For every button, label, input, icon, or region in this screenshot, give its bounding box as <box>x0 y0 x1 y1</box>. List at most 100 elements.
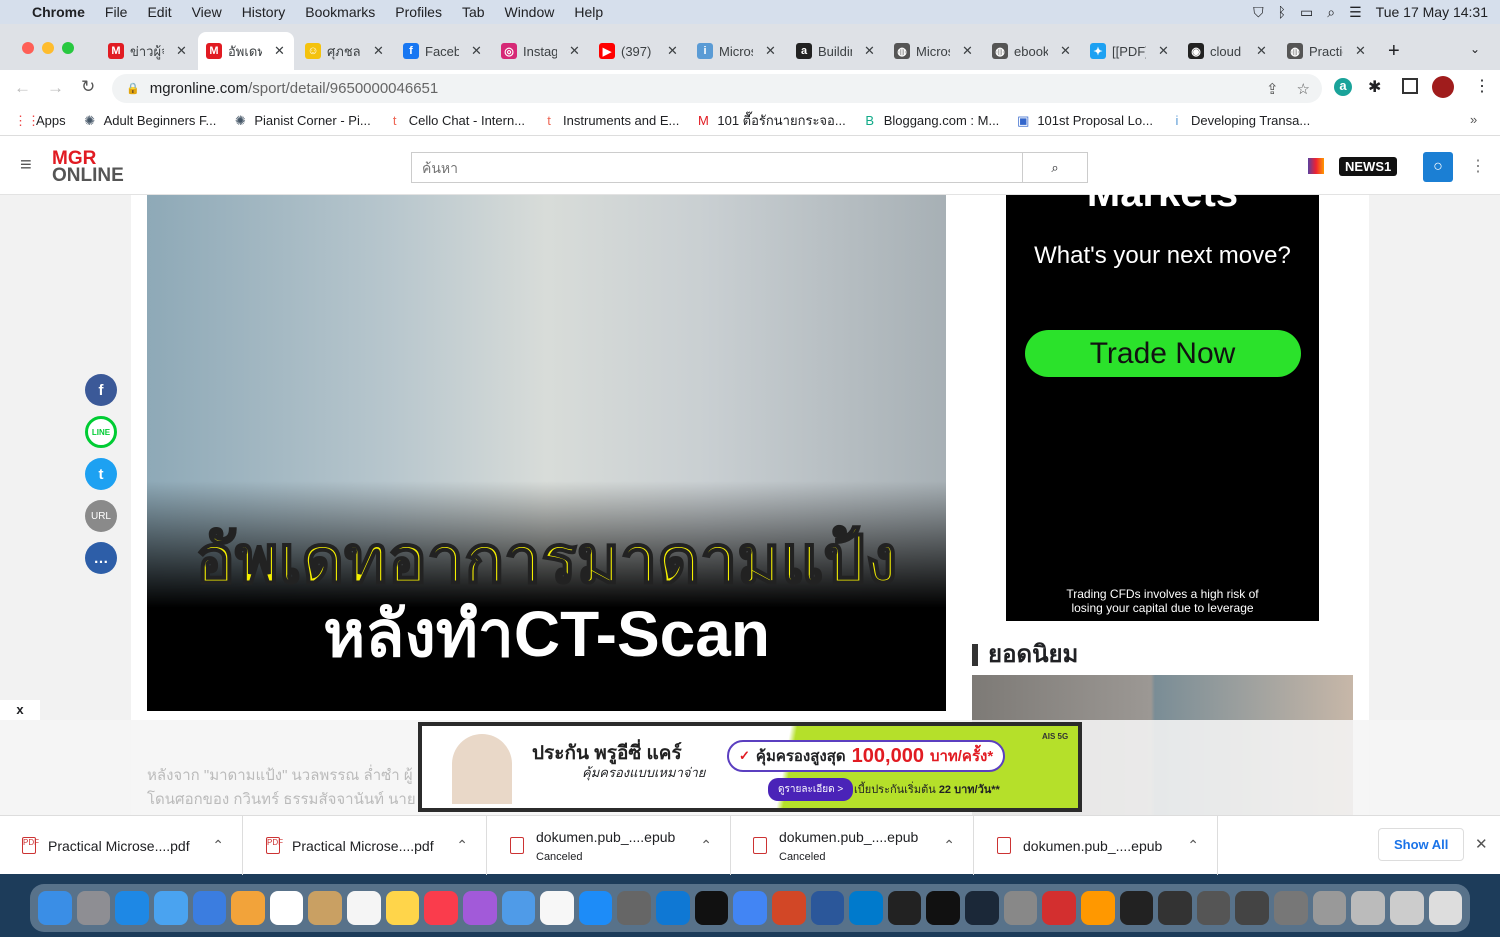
close-window-button[interactable] <box>22 42 34 54</box>
search-input[interactable] <box>412 153 1022 182</box>
shield-icon[interactable]: ⛉ <box>1253 4 1264 21</box>
reload-button[interactable]: ↻ <box>81 77 95 97</box>
dock-app-icon[interactable] <box>231 891 265 925</box>
chrome-menu-button[interactable]: ⋮ <box>1474 76 1490 96</box>
bookmarks-overflow-icon[interactable]: » <box>1470 112 1477 127</box>
dock-app-icon[interactable] <box>192 891 227 925</box>
download-item[interactable]: dokumen.pub_....epub Canceled ⌃ <box>731 816 974 875</box>
tab[interactable]: M อัพเดทอาการ ✕ <box>198 32 294 70</box>
chevron-up-icon[interactable]: ⌃ <box>1187 837 1199 854</box>
dock-app-icon[interactable] <box>347 891 381 925</box>
side-panel-icon[interactable] <box>1402 78 1418 94</box>
dock-app-icon[interactable] <box>153 891 188 925</box>
comment-icon[interactable]: … <box>85 542 117 574</box>
bookmark-item[interactable]: i Developing Transa... <box>1169 113 1311 128</box>
address-bar[interactable]: 🔒 mgronline.com/sport/detail/96500000466… <box>112 74 1322 103</box>
tab[interactable]: ✦ [[PDF]] ✕ <box>1082 32 1178 70</box>
dock-app-icon[interactable] <box>424 891 458 925</box>
new-tab-button[interactable]: + <box>1388 40 1400 63</box>
menu-profiles[interactable]: Profiles <box>395 4 442 20</box>
bookmark-item[interactable]: t Instruments and E... <box>541 113 679 128</box>
close-tab-icon[interactable]: ✕ <box>176 43 187 59</box>
dock-app-icon[interactable] <box>810 891 845 925</box>
dock-app-icon[interactable] <box>540 891 574 925</box>
bookmark-item[interactable]: ⋮⋮ Apps <box>14 113 66 129</box>
dock-app-icon[interactable] <box>269 891 304 925</box>
dock-app-icon[interactable] <box>115 891 149 925</box>
dock-app-icon[interactable] <box>1042 891 1076 925</box>
dock-app-icon[interactable] <box>38 891 72 925</box>
hamburger-menu-icon[interactable]: ≡ <box>20 154 32 177</box>
dock-app-icon[interactable] <box>771 891 806 925</box>
insurance-banner-ad[interactable]: ประกัน พรูอีซี่ แคร์ คุ้มครองแบบเหมาจ่าย… <box>418 722 1082 812</box>
menu-edit[interactable]: Edit <box>147 4 171 20</box>
dock-app-icon[interactable] <box>1235 891 1269 925</box>
extensions-puzzle-icon[interactable]: ✱ <box>1368 77 1381 97</box>
details-button[interactable]: ดูรายละเอียด > <box>768 778 854 801</box>
close-tab-icon[interactable]: ✕ <box>569 43 580 59</box>
close-tab-icon[interactable]: ✕ <box>274 43 285 59</box>
dock-app-icon[interactable] <box>965 891 999 925</box>
tab-search-button[interactable]: ⌄ <box>1470 42 1480 56</box>
tab[interactable]: ▶ (397) ✕ <box>591 32 687 70</box>
menu-view[interactable]: View <box>192 4 222 20</box>
tab[interactable]: f Facebook ✕ <box>395 32 491 70</box>
tab[interactable]: ◉ cloud ✕ <box>1180 32 1276 70</box>
close-tab-icon[interactable]: ✕ <box>864 43 875 59</box>
chevron-up-icon[interactable]: ⌃ <box>943 837 955 854</box>
dock-app-icon[interactable] <box>733 891 767 925</box>
battery-icon[interactable]: ▭ <box>1300 4 1313 21</box>
forward-button[interactable]: → <box>47 78 64 98</box>
download-item[interactable]: PDF Practical Microse....pdf ⌃ <box>244 816 487 875</box>
facebook-share-icon[interactable]: f <box>85 374 117 406</box>
bookmark-star-icon[interactable]: ☆ <box>1297 80 1310 98</box>
dock-app-icon[interactable] <box>694 891 729 925</box>
dock-app-icon[interactable] <box>308 891 342 925</box>
dock-app-icon[interactable] <box>76 891 111 925</box>
menu-window[interactable]: Window <box>505 4 555 20</box>
menu-history[interactable]: History <box>242 4 286 20</box>
dock-app-icon[interactable] <box>1119 891 1154 925</box>
bluetooth-icon[interactable]: ᛒ <box>1278 4 1286 20</box>
bookmark-item[interactable]: M 101 ตื๊อรักนายกระจอ... <box>695 110 846 131</box>
search-icon[interactable]: ⌕ <box>1327 4 1335 21</box>
bookmark-item[interactable]: B Bloggang.com : M... <box>862 113 999 128</box>
close-tab-icon[interactable]: ✕ <box>1355 43 1366 59</box>
tab[interactable]: ◍ ebook ✕ <box>984 32 1080 70</box>
tab[interactable]: ☺ ศุภชลาศัย ✕ <box>297 32 393 70</box>
close-tab-icon[interactable]: ✕ <box>962 43 973 59</box>
tab[interactable]: M ข่าวผู้จัดการ ✕ <box>100 32 196 70</box>
close-ad-button[interactable]: x <box>0 700 40 720</box>
show-all-button[interactable]: Show All <box>1378 828 1465 861</box>
dock-app-icon[interactable] <box>578 891 613 925</box>
trade-now-button[interactable]: Trade Now <box>1024 330 1301 377</box>
menu-app[interactable]: Chrome <box>32 4 85 20</box>
menu-bookmarks[interactable]: Bookmarks <box>305 4 375 20</box>
close-downloads-icon[interactable]: ✕ <box>1475 835 1488 853</box>
share-icon[interactable]: ⇪ <box>1266 80 1279 98</box>
dock-app-icon[interactable] <box>1312 891 1347 925</box>
dock-app-icon[interactable] <box>501 891 536 925</box>
bookmark-item[interactable]: ▣ 101st Proposal Lo... <box>1015 113 1153 129</box>
account-icon[interactable]: ○ <box>1423 152 1453 182</box>
close-tab-icon[interactable]: ✕ <box>667 43 678 59</box>
close-tab-icon[interactable]: ✕ <box>765 43 776 59</box>
close-tab-icon[interactable]: ✕ <box>1256 43 1267 59</box>
dock-app-icon[interactable] <box>617 891 651 925</box>
tab[interactable]: i Microservices ✕ <box>689 32 785 70</box>
back-button[interactable]: ← <box>14 78 31 98</box>
close-tab-icon[interactable]: ✕ <box>1060 43 1071 59</box>
minimize-window-button[interactable] <box>42 42 54 54</box>
bookmark-item[interactable]: ✺ Adult Beginners F... <box>82 113 216 129</box>
menu-tab[interactable]: Tab <box>462 4 485 20</box>
news1-logo[interactable]: NEWS1 <box>1339 157 1398 176</box>
dock-app-icon[interactable] <box>1389 891 1424 925</box>
more-icon[interactable]: ⋮ <box>1470 156 1486 176</box>
dock-app-icon[interactable] <box>849 891 883 925</box>
tab[interactable]: ◎ Instagram ✕ <box>493 32 589 70</box>
chevron-up-icon[interactable]: ⌃ <box>212 837 224 854</box>
tab[interactable]: ◍ Practical ✕ <box>1279 32 1375 70</box>
dock-app-icon[interactable] <box>926 891 960 925</box>
dock-app-icon[interactable] <box>1003 891 1038 925</box>
chevron-up-icon[interactable]: ⌃ <box>456 837 468 854</box>
